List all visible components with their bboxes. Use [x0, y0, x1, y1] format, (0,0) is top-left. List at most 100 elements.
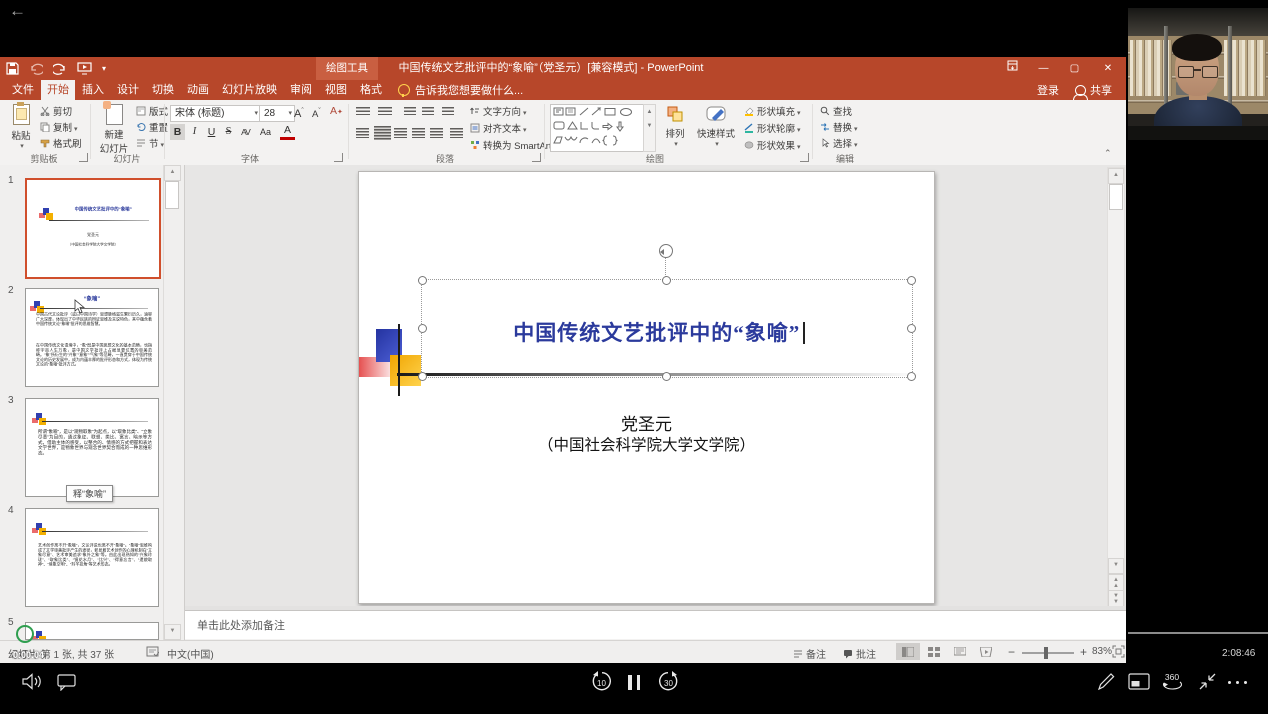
- shape-effects-button[interactable]: 形状效果▾: [744, 138, 801, 152]
- shapes-gallery[interactable]: [550, 104, 644, 152]
- scroll-down-icon[interactable]: ▼: [1108, 558, 1124, 574]
- zoom-slider-track[interactable]: [1022, 652, 1074, 654]
- close-button[interactable]: ✕: [1090, 57, 1126, 80]
- clipboard-dialog-launcher[interactable]: [79, 153, 88, 162]
- text-direction-button[interactable]: 文字方向▾: [470, 104, 527, 118]
- minimize-button[interactable]: —: [1028, 57, 1059, 80]
- font-dialog-launcher[interactable]: [334, 153, 343, 162]
- thumbnail-slide-4[interactable]: 艺术创作离不开“象喻”，文论评说也离不开“象喻”。“象喻”思维构成了文学审美批评…: [25, 508, 159, 607]
- bold-button[interactable]: B: [170, 124, 185, 140]
- justify-icon[interactable]: [412, 128, 425, 138]
- notes-pane[interactable]: 单击此处添加备注: [185, 610, 1126, 639]
- decrease-indent-icon[interactable]: [404, 107, 416, 117]
- distribute-icon[interactable]: [430, 128, 443, 138]
- cut-button[interactable]: 剪切: [40, 105, 72, 120]
- pause-button[interactable]: [628, 675, 640, 690]
- strikethrough-button[interactable]: S: [221, 124, 236, 140]
- numbering-icon[interactable]: [378, 107, 392, 117]
- resize-handle-n[interactable]: [662, 276, 671, 285]
- copy-button[interactable]: 复制▾: [40, 121, 78, 136]
- language-indicator[interactable]: 中文(中国): [167, 646, 214, 661]
- reading-view-button[interactable]: [948, 643, 972, 660]
- ribbon-display-options-button[interactable]: [997, 57, 1028, 80]
- collapse-ribbon-icon[interactable]: ⌃: [1104, 148, 1112, 159]
- font-color-button[interactable]: A: [280, 124, 295, 140]
- tab-transitions[interactable]: 切换: [146, 80, 180, 100]
- resize-handle-s[interactable]: [662, 372, 671, 381]
- slideshow-view-button[interactable]: [974, 643, 998, 660]
- share-button[interactable]: 共享: [1075, 82, 1112, 98]
- resize-handle-sw[interactable]: [418, 372, 427, 381]
- thumbnail-slide-3[interactable]: 所谓“象喻”，是以“观物取象”为起点，以“取象比类”、“立象尽意”为目的，通过象…: [25, 398, 159, 497]
- shrink-font-button[interactable]: Aˇ: [312, 104, 321, 119]
- slide-sorter-view-button[interactable]: [922, 643, 946, 660]
- back-arrow-icon[interactable]: ←: [9, 1, 26, 21]
- layout-button[interactable]: 版式▾: [136, 105, 174, 120]
- replace-button[interactable]: 替换▾: [820, 121, 858, 136]
- resize-handle-ne[interactable]: [907, 276, 916, 285]
- tab-animations[interactable]: 动画: [181, 80, 215, 100]
- qat-dropdown-icon[interactable]: ▾: [102, 64, 106, 73]
- section-button[interactable]: 节▾: [136, 137, 164, 152]
- slide-title[interactable]: 中国传统文艺批评中的“象喻”: [409, 317, 909, 347]
- slide-affiliation[interactable]: （中国社会科学院大学文学院）: [359, 433, 934, 455]
- resize-handle-nw[interactable]: [418, 276, 427, 285]
- scroll-down-icon[interactable]: ▼: [164, 624, 181, 640]
- undo-icon[interactable]: [29, 63, 43, 75]
- resize-handle-e[interactable]: [907, 324, 916, 333]
- tab-home[interactable]: 开始: [41, 80, 75, 100]
- more-options-icon[interactable]: [1228, 681, 1247, 684]
- comments-toggle-button[interactable]: 批注: [843, 646, 876, 661]
- resize-handle-se[interactable]: [907, 372, 916, 381]
- picture-in-picture-icon[interactable]: [1128, 673, 1150, 690]
- arrange-button[interactable]: 排列▾: [660, 105, 690, 148]
- tell-me-box[interactable]: 告诉我您想要做什么...: [398, 80, 523, 100]
- drawing-dialog-launcher[interactable]: [800, 153, 809, 162]
- tab-file[interactable]: 文件: [6, 80, 40, 100]
- tab-design[interactable]: 设计: [111, 80, 145, 100]
- align-center-icon[interactable]: [374, 126, 391, 140]
- zoom-slider-thumb[interactable]: [1044, 647, 1048, 659]
- change-case-button[interactable]: Aa: [258, 124, 273, 140]
- pen-icon[interactable]: [1096, 671, 1116, 692]
- columns-icon[interactable]: [450, 128, 463, 138]
- find-button[interactable]: 查找: [820, 105, 852, 120]
- shape-outline-button[interactable]: 形状轮廓▾: [744, 121, 801, 135]
- tab-insert[interactable]: 插入: [76, 80, 110, 100]
- align-text-button[interactable]: 对齐文本▾: [470, 121, 527, 135]
- shapes-gallery-scroll[interactable]: ▲▼: [643, 104, 656, 152]
- volume-icon[interactable]: [22, 673, 44, 690]
- maximize-button[interactable]: ▢: [1059, 57, 1090, 80]
- normal-view-button[interactable]: [896, 643, 920, 660]
- increase-indent-icon[interactable]: [422, 107, 434, 117]
- spellcheck-icon[interactable]: [146, 646, 159, 658]
- tab-view[interactable]: 视图: [319, 80, 353, 100]
- redo-icon[interactable]: [53, 63, 67, 75]
- rotate-360-icon[interactable]: 360: [1160, 671, 1184, 692]
- grow-font-button[interactable]: Aˆ: [294, 104, 304, 119]
- thumbnail-slide-1[interactable]: 中国传统文艺批评中的“象喻” 党圣元 （中国社会科学院大学文学院）: [25, 178, 161, 279]
- zoom-out-button[interactable]: −: [1008, 645, 1015, 659]
- font-name-combobox[interactable]: 宋体 (标题)▾: [170, 105, 262, 122]
- italic-button[interactable]: I: [187, 124, 202, 140]
- clear-formatting-button[interactable]: A✦: [330, 104, 343, 119]
- rewind-10-icon[interactable]: 10: [590, 671, 613, 693]
- tab-format[interactable]: 格式: [354, 80, 388, 100]
- scroll-up-icon[interactable]: ▲: [164, 165, 181, 181]
- tab-review[interactable]: 审阅: [284, 80, 318, 100]
- select-button[interactable]: 选择▾: [820, 137, 858, 152]
- notes-toggle-button[interactable]: 备注: [793, 646, 826, 661]
- slide-canvas[interactable]: 中国传统文艺批评中的“象喻” 党圣元 （中国社会科学院大学文学院）: [358, 171, 935, 604]
- forward-30-icon[interactable]: 30: [657, 671, 680, 693]
- thumbnail-scrollbar[interactable]: ▲ ▼: [163, 165, 179, 640]
- fit-to-window-icon[interactable]: [1112, 645, 1125, 658]
- rotate-handle[interactable]: [659, 244, 673, 258]
- thumbnail-slide-2[interactable]: “象喻” 中国古代文论批评（或曰中国诗学）思想脉络滋生繁衍历久，涵容广大深厚，体…: [25, 288, 159, 387]
- save-icon[interactable]: [6, 62, 19, 75]
- scrollbar-thumb[interactable]: [1109, 184, 1123, 210]
- exit-fullscreen-icon[interactable]: [1198, 672, 1217, 691]
- zoom-in-button[interactable]: +: [1080, 645, 1087, 659]
- slide-scrollbar[interactable]: ▲ ▼ ▲▲ ▼▼: [1107, 167, 1125, 606]
- scrollbar-thumb[interactable]: [165, 181, 179, 209]
- new-slide-button[interactable]: 新建 幻灯片: [96, 104, 132, 155]
